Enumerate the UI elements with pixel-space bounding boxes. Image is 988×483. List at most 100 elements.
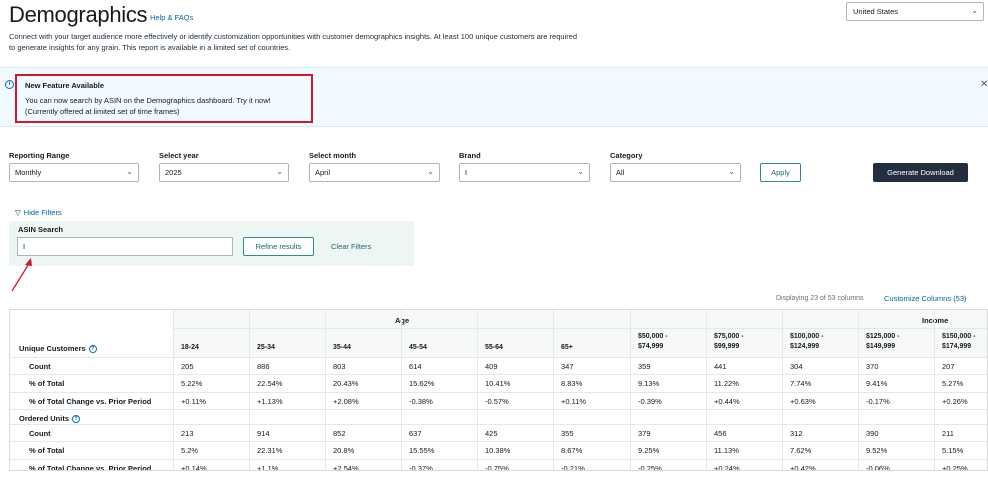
brand-value: I xyxy=(465,168,468,177)
banner-title: New Feature Available xyxy=(25,81,105,90)
table-cell: +0.26% xyxy=(942,396,968,406)
table-cell: +2.54% xyxy=(333,463,359,471)
category-select[interactable]: All ⌄ xyxy=(610,163,741,182)
brand-select[interactable]: I ⌄ xyxy=(459,163,590,182)
table-cell: 914 xyxy=(257,428,270,438)
chevron-down-icon: ⌄ xyxy=(427,167,434,176)
refine-results-button[interactable]: Refine results xyxy=(243,237,314,256)
reporting-range-value: Monthly xyxy=(15,168,42,177)
table-cell: 9.25% xyxy=(638,446,660,456)
table-cell: +1.1% xyxy=(257,463,279,471)
table-cell: 379 xyxy=(638,428,651,438)
table-cell: 211 xyxy=(942,428,954,438)
year-value: 2025 xyxy=(165,168,182,177)
filter-icon: ▽ xyxy=(15,208,21,217)
section-title: Ordered Units? xyxy=(19,413,81,423)
row-label: % of Total Change vs. Prior Period xyxy=(29,463,152,471)
column-divider xyxy=(325,310,326,470)
help-icon[interactable]: ? xyxy=(88,345,97,354)
section-title-text: Ordered Units xyxy=(19,413,70,423)
generate-download-button[interactable]: Generate Download xyxy=(873,163,968,182)
apply-button[interactable]: Apply xyxy=(760,163,801,182)
row-divider xyxy=(10,458,987,460)
header-divider xyxy=(10,357,987,358)
clear-filters-link[interactable]: Clear Filters xyxy=(331,242,371,251)
asin-search-input[interactable]: I xyxy=(17,237,233,256)
income-group-header: Income xyxy=(922,316,949,325)
chevron-down-icon: ⌄ xyxy=(126,167,133,176)
table-cell: 207 xyxy=(942,362,955,371)
table-cell: 441 xyxy=(714,362,727,371)
country-select[interactable]: United States ⌄ xyxy=(846,2,984,21)
category-value: All xyxy=(616,168,625,177)
columns-displaying-text: Displaying 23 of 53 columns xyxy=(776,295,864,302)
close-icon[interactable]: ✕ xyxy=(980,79,988,90)
table-cell: 886 xyxy=(257,362,270,371)
table-cell: 8.67% xyxy=(561,446,583,456)
row-divider xyxy=(10,374,987,376)
table-cell: 312 xyxy=(790,428,803,438)
month-select[interactable]: April ⌄ xyxy=(309,163,440,182)
table-cell: 20.43% xyxy=(333,379,359,389)
section-title: Unique Customers? xyxy=(19,344,97,354)
column-divider xyxy=(858,310,859,470)
column-divider xyxy=(782,310,783,470)
table-cell: 614 xyxy=(409,362,422,371)
demographics-table: Age Income 18-24 25-34 35-44 45-54 55-64 65+ $… xyxy=(9,309,988,471)
feature-banner: i New Feature Available You can now sear… xyxy=(0,67,988,127)
page-title: Demographics xyxy=(9,2,148,27)
group-divider xyxy=(173,328,987,329)
table-cell: 9.41% xyxy=(866,379,888,389)
column-header: 45-54 xyxy=(409,344,427,351)
column-header: $50,000 - $74,999 xyxy=(638,333,668,350)
customize-columns-link[interactable]: Customize Columns (53) xyxy=(884,294,967,303)
banner-message: You can now search by ASIN on the Demogr… xyxy=(25,96,271,105)
row-divider xyxy=(10,408,987,410)
column-header: $125,000 - $149,999 xyxy=(866,333,900,350)
table-cell: +0.24% xyxy=(714,463,740,471)
table-cell: 355 xyxy=(561,428,574,438)
asin-search-panel: ASIN Search I Refine results Clear Filte… xyxy=(9,221,414,266)
table-cell: +0.14% xyxy=(181,463,207,471)
row-divider xyxy=(10,391,987,393)
age-group-header: Age xyxy=(395,316,410,325)
column-divider xyxy=(706,310,707,470)
banner-highlight-box: New Feature Available You can now search… xyxy=(15,74,313,123)
table-cell: 213 xyxy=(181,428,194,438)
column-divider xyxy=(934,310,935,470)
column-divider xyxy=(401,310,402,470)
table-cell: 205 xyxy=(181,362,194,371)
table-cell: 347 xyxy=(561,362,574,371)
column-header: 65+ xyxy=(561,344,573,351)
year-select[interactable]: 2025 ⌄ xyxy=(159,163,289,182)
table-cell: 9.52% xyxy=(866,446,888,456)
table-cell: +0.42% xyxy=(790,463,816,471)
info-icon: i xyxy=(5,80,14,89)
brand-label: Brand xyxy=(459,151,481,160)
section-title-text: Unique Customers xyxy=(19,344,86,353)
table-cell: 304 xyxy=(790,362,803,371)
hide-filters-toggle[interactable]: ▽ Hide Filters xyxy=(15,208,62,217)
table-cell: 22.54% xyxy=(257,379,283,389)
row-label: % of Total xyxy=(29,379,65,389)
table-cell: 15.55% xyxy=(409,446,435,456)
column-divider xyxy=(553,310,554,470)
table-cell: +0.25% xyxy=(942,463,968,471)
table-cell: 8.83% xyxy=(561,379,583,389)
row-label: Count xyxy=(29,428,51,438)
help-faqs-link[interactable]: Help & FAQs xyxy=(150,13,193,22)
column-header: 35-44 xyxy=(333,344,351,351)
table-cell: 5.15% xyxy=(942,446,964,456)
reporting-range-select[interactable]: Monthly ⌄ xyxy=(9,163,139,182)
table-cell: -0.38% xyxy=(409,396,433,406)
table-cell: 390 xyxy=(866,428,879,438)
year-label: Select year xyxy=(159,151,199,160)
chevron-down-icon: ⌄ xyxy=(728,167,735,176)
help-icon[interactable]: ? xyxy=(72,414,81,423)
table-cell: 22.31% xyxy=(257,446,283,456)
table-cell: 11.22% xyxy=(714,379,739,389)
table-cell: 409 xyxy=(485,362,498,371)
table-cell: +0.11% xyxy=(561,396,587,406)
asin-search-label: ASIN Search xyxy=(18,225,64,234)
row-label: Count xyxy=(29,362,51,371)
